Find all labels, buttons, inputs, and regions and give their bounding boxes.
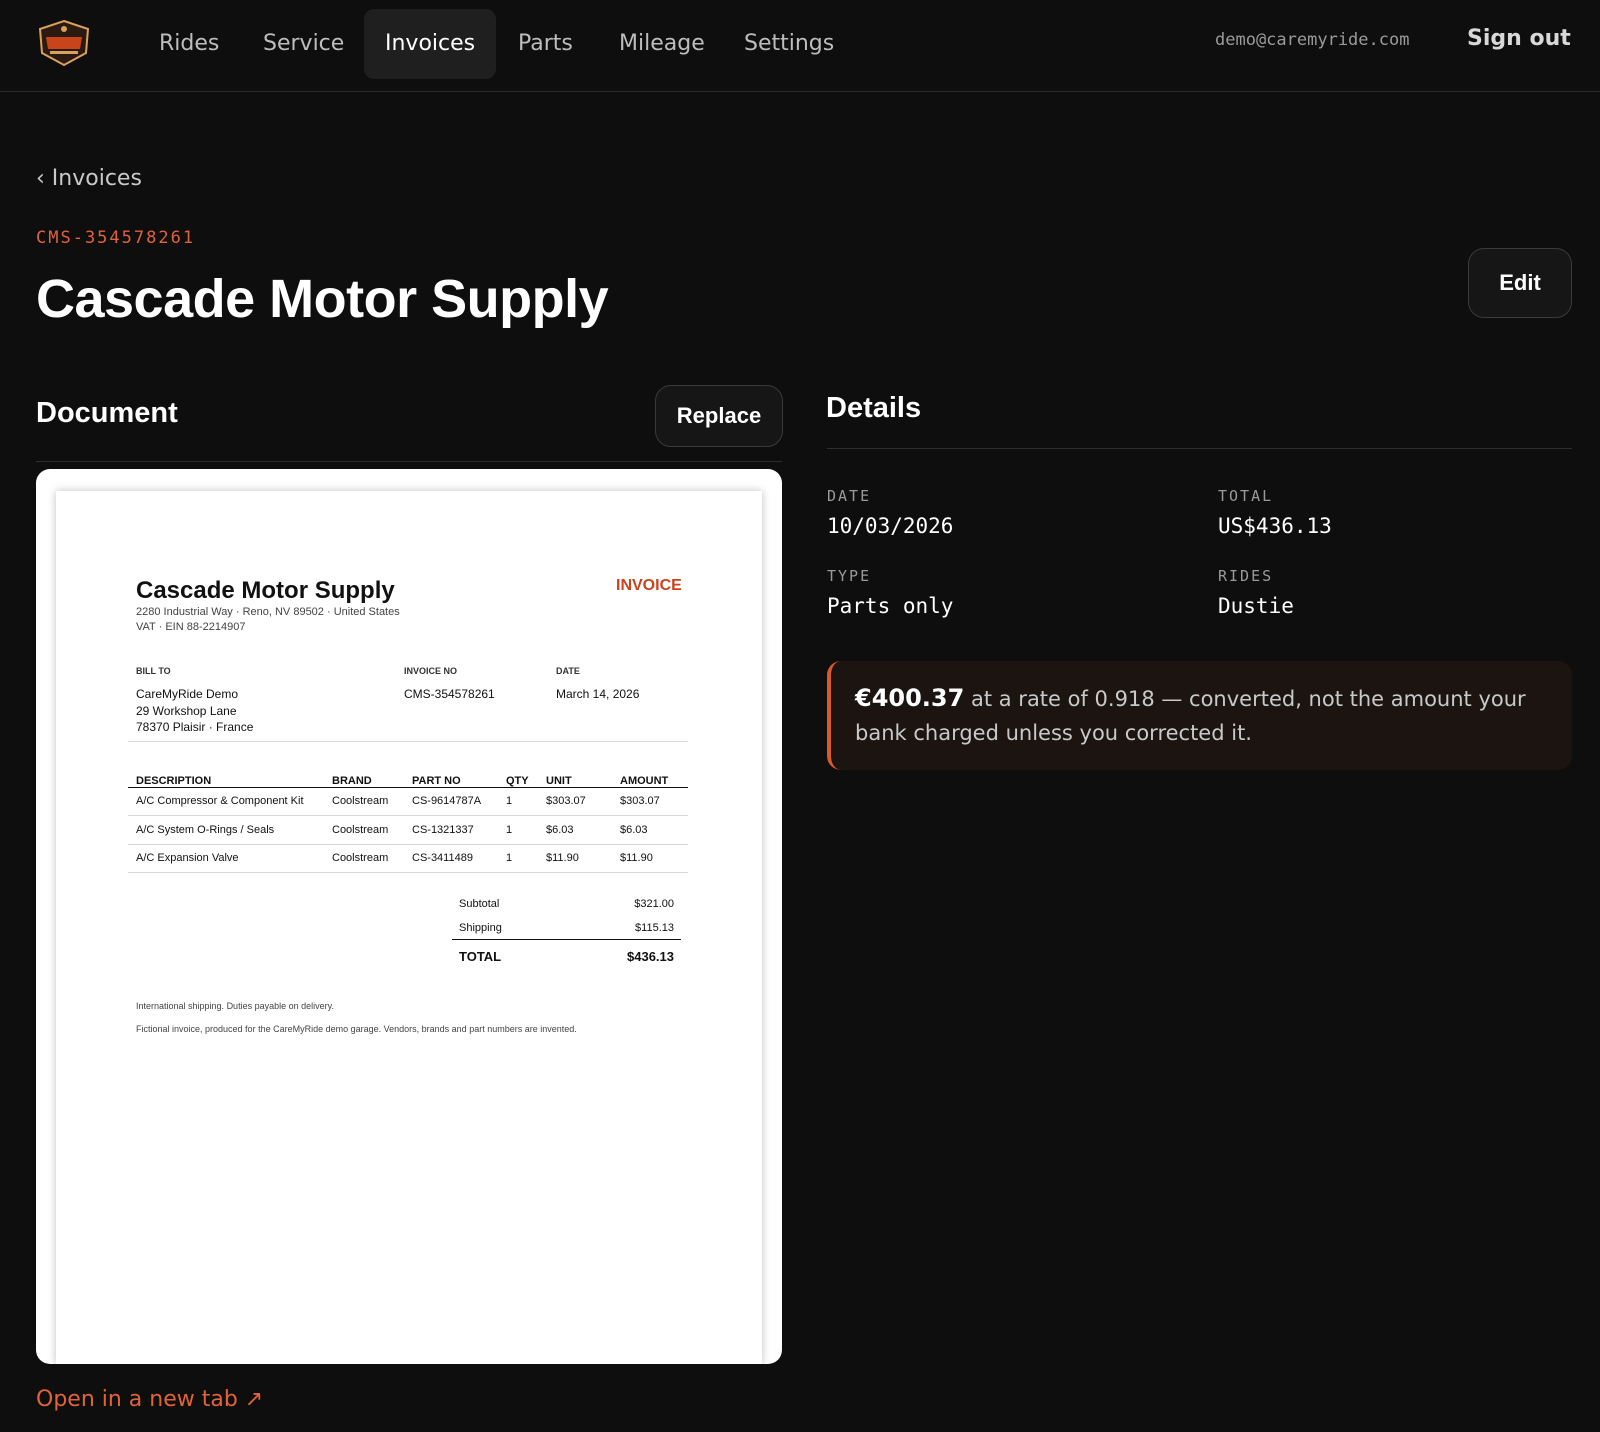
table-cell: $11.90 — [546, 852, 579, 864]
nav-rides[interactable]: Rides — [138, 9, 240, 79]
converted-amount: €400.37 — [855, 684, 965, 712]
sign-out-button[interactable]: Sign out — [1467, 26, 1571, 51]
shipping-value: $115.13 — [635, 922, 674, 934]
table-cell: A/C Compressor & Component Kit — [136, 795, 304, 807]
detail-total-value: US$436.13 — [1218, 514, 1332, 538]
invoice-reference: CMS-354578261 — [36, 228, 196, 248]
row-rule — [128, 844, 688, 845]
table-cell: Coolstream — [332, 824, 389, 836]
invoice-preview[interactable]: Cascade Motor Supply 2280 Industrial Way… — [36, 469, 782, 1364]
bill-to-line: 29 Workshop Lane — [136, 704, 237, 718]
table-cell: CS-9614787A — [412, 795, 482, 807]
subtotal-label: Subtotal — [459, 898, 500, 910]
table-cell: A/C Expansion Valve — [136, 852, 239, 864]
invoice-date-value: March 14, 2026 — [556, 687, 640, 701]
table-cell: A/C System O-Rings / Seals — [136, 824, 275, 836]
document-divider — [36, 461, 782, 462]
detail-total-label: TOTAL — [1218, 487, 1274, 505]
currency-conversion-note: €400.37 at a rate of 0.918 — converted, … — [827, 661, 1572, 770]
invoice-footnote: International shipping. Duties payable o… — [136, 1001, 334, 1011]
total-rule — [452, 939, 681, 940]
col-description: DESCRIPTION — [136, 775, 212, 787]
nav-settings[interactable]: Settings — [723, 9, 855, 79]
total-label: TOTAL — [459, 949, 502, 964]
table-cell: Coolstream — [332, 795, 389, 807]
document-heading: Document — [36, 397, 178, 429]
user-email: demo@caremyride.com — [1215, 30, 1410, 50]
bill-to-line: 78370 Plaisir · France — [136, 720, 254, 734]
nav-invoices[interactable]: Invoices — [364, 9, 497, 79]
replace-button[interactable]: Replace — [655, 385, 783, 447]
invoice-divider — [128, 741, 688, 742]
row-rule — [128, 872, 688, 873]
nav-mileage[interactable]: Mileage — [598, 9, 726, 79]
invoice-no-value: CMS-354578261 — [404, 687, 495, 701]
subtotal-value: $321.00 — [634, 898, 674, 910]
table-cell: $303.07 — [620, 795, 660, 807]
invoice-date-label: DATE — [556, 666, 580, 676]
table-cell: CS-3411489 — [412, 852, 473, 864]
table-cell: $303.07 — [546, 795, 586, 807]
shipping-label: Shipping — [459, 922, 502, 934]
detail-date-value: 10/03/2026 — [827, 514, 954, 538]
page-title: Cascade Motor Supply — [36, 269, 609, 329]
invoice-vendor-name: Cascade Motor Supply — [136, 577, 395, 604]
invoice-doc-type: INVOICE — [616, 577, 682, 594]
total-value: $436.13 — [627, 949, 674, 964]
table-cell: 1 — [506, 852, 513, 864]
invoice-vendor-address: 2280 Industrial Way · Reno, NV 89502 · U… — [136, 606, 400, 618]
nav-service[interactable]: Service — [242, 9, 365, 79]
details-divider — [827, 448, 1572, 449]
detail-rides-value[interactable]: Dustie — [1218, 594, 1294, 618]
breadcrumb-invoices[interactable]: ‹ Invoices — [36, 166, 142, 191]
table-cell: 1 — [506, 824, 513, 836]
table-header-rule — [128, 787, 688, 788]
col-part-no: PART NO — [412, 775, 461, 787]
details-heading: Details — [826, 392, 922, 424]
col-amount: AMOUNT — [620, 775, 669, 787]
detail-type-label: TYPE — [827, 567, 872, 585]
nav-parts[interactable]: Parts — [497, 9, 594, 79]
bill-to-label: BILL TO — [136, 666, 171, 676]
invoice-vendor-tax: VAT · EIN 88-2214907 — [136, 621, 246, 633]
bill-to-line: CareMyRide Demo — [136, 687, 239, 701]
table-cell: Coolstream — [332, 852, 389, 864]
edit-button[interactable]: Edit — [1468, 248, 1572, 318]
detail-rides-label: RIDES — [1218, 567, 1274, 585]
table-cell: CS-1321337 — [412, 824, 474, 836]
invoice-footnote: Fictional invoice, produced for the Care… — [136, 1024, 577, 1034]
caremyride-logo[interactable] — [36, 19, 92, 67]
col-unit: UNIT — [546, 775, 572, 787]
table-cell: $6.03 — [546, 824, 574, 836]
col-qty: QTY — [506, 775, 529, 787]
table-cell: $11.90 — [620, 852, 653, 864]
table-cell: $6.03 — [620, 824, 648, 836]
table-cell: 1 — [506, 795, 513, 807]
invoice-page: Cascade Motor Supply 2280 Industrial Way… — [56, 491, 762, 1364]
row-rule — [128, 815, 688, 816]
top-nav: Rides Service Invoices Parts Mileage Set… — [0, 0, 1600, 92]
detail-date-label: DATE — [827, 487, 872, 505]
invoice-no-label: INVOICE NO — [404, 666, 458, 676]
detail-type-value: Parts only — [827, 594, 954, 618]
col-brand: BRAND — [332, 775, 372, 787]
open-in-new-tab-link[interactable]: Open in a new tab ↗ — [36, 1387, 263, 1412]
